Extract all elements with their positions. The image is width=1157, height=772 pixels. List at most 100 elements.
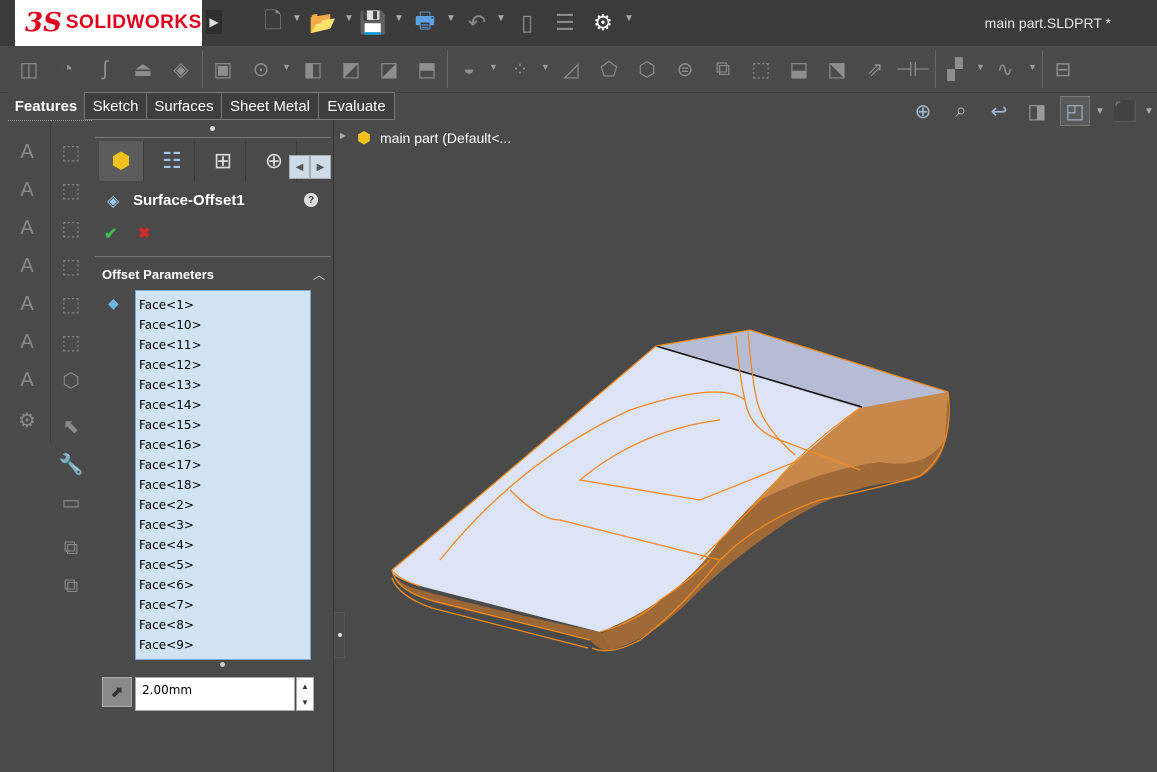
cancel-x-icon[interactable]: ✖ (138, 224, 151, 242)
cube-top-icon[interactable]: ⬚ (56, 289, 86, 319)
top-face[interactable] (392, 346, 860, 632)
panel-collapse-knob[interactable] (334, 612, 345, 658)
freeform-dropdown-icon[interactable]: ▼ (976, 62, 985, 72)
spin-up-icon[interactable]: ▲ (301, 682, 309, 691)
swept-boss-icon[interactable]: ∫ (90, 54, 120, 84)
curve-dropdown-icon[interactable]: ▼ (1028, 62, 1037, 72)
text-format-icon[interactable]: A (12, 327, 42, 357)
cube-left-icon[interactable]: ⬚ (56, 213, 86, 243)
display-style-dropdown-icon[interactable]: ▼ (1144, 106, 1154, 117)
options-dropdown-icon[interactable]: ▼ (624, 13, 634, 24)
instant3d-icon[interactable]: ⬔ (822, 54, 852, 84)
copy-layer-icon[interactable]: ⧉ (56, 533, 86, 563)
face-list-item[interactable]: Face<11> (136, 335, 310, 355)
revolved-boss-icon[interactable]: ◔ (52, 54, 82, 84)
tab-surfaces[interactable]: Surfaces (146, 92, 222, 120)
menu-expand-arrow-icon[interactable]: ▶ (206, 10, 222, 34)
tools-gear-icon[interactable]: ⚙ (12, 405, 42, 435)
panel-grip[interactable] (210, 126, 215, 131)
split-line-icon[interactable]: ⊣⊢ (896, 54, 931, 84)
distance-spinner[interactable]: ▲ ▼ (296, 677, 314, 711)
text-icon[interactable]: A (12, 137, 42, 167)
reference-geometry-icon[interactable]: ⬚ (746, 54, 776, 84)
select-cursor-icon[interactable]: ⬉ (56, 411, 86, 441)
previous-view-icon[interactable]: ↩ (984, 96, 1014, 126)
list-resize-grip[interactable] (220, 662, 225, 667)
display-style-icon[interactable]: ⬛ (1110, 96, 1140, 126)
zoom-to-fit-icon[interactable]: ⊕ (908, 96, 938, 126)
back-face[interactable] (656, 330, 948, 408)
weldments-icon[interactable]: ⊟ (1048, 54, 1078, 84)
hole-wizard-icon[interactable]: ⊙ (246, 54, 276, 84)
face-list-item[interactable]: Face<1> (136, 295, 310, 315)
lofted-boss-icon[interactable]: ⏏ (128, 54, 158, 84)
linear-pattern-icon[interactable]: ⁘ (505, 54, 535, 84)
face-list-item[interactable]: Face<15> (136, 415, 310, 435)
print-dropdown-icon[interactable]: ▼ (446, 13, 456, 24)
cube-back-icon[interactable]: ⬚ (56, 175, 86, 205)
swept-cut-icon[interactable]: ◩ (336, 54, 366, 84)
front-lip[interactable] (392, 570, 612, 651)
face-list-item[interactable]: Face<12> (136, 355, 310, 375)
extruded-boss-icon[interactable]: ◫ (14, 54, 44, 84)
panel-splitter[interactable] (333, 120, 346, 772)
cube-front-icon[interactable]: ⬚ (56, 137, 86, 167)
faces-selection-list[interactable]: Face<1> Face<10> Face<11> Face<12> Face<13> F… (135, 290, 311, 660)
undo-dropdown-icon[interactable]: ▼ (496, 13, 506, 24)
save-icon[interactable]: 💾 (358, 8, 388, 38)
help-icon[interactable]: ? (304, 193, 318, 207)
scroll-left-icon[interactable]: ◀ (289, 155, 310, 179)
wrench-icon[interactable]: 🔧 (56, 449, 86, 479)
cube-bottom-icon[interactable]: ⬚ (56, 327, 86, 357)
face-list-item[interactable]: Face<2> (136, 495, 310, 515)
wrap-icon[interactable]: ⊜ (670, 54, 700, 84)
face-list-item[interactable]: Face<5> (136, 555, 310, 575)
configuration-manager-tab-icon[interactable]: ⊞ (201, 141, 246, 181)
rib-icon[interactable]: ◿ (556, 54, 586, 84)
section-view-icon[interactable]: ◨ (1022, 96, 1052, 126)
offset-distance-input[interactable]: 2.00mm (135, 677, 295, 711)
face-list-item[interactable]: Face<18> (136, 475, 310, 495)
scroll-right-icon[interactable]: ▶ (310, 155, 331, 179)
new-dropdown-icon[interactable]: ▼ (292, 13, 302, 24)
offset-surface-part[interactable] (391, 329, 950, 652)
freeform-icon[interactable]: ▞ (940, 54, 970, 84)
face-list-item[interactable]: Face<6> (136, 575, 310, 595)
new-document-icon[interactable]: 🗋 (258, 8, 288, 38)
fillet-dropdown-icon[interactable]: ▼ (489, 62, 498, 72)
spin-down-icon[interactable]: ▼ (301, 698, 309, 707)
draft-icon[interactable]: ⬠ (594, 54, 624, 84)
tree-root-part[interactable]: main part (Default<... (380, 130, 511, 146)
text-select-icon[interactable]: A (12, 213, 42, 243)
panel-tab-scroller[interactable]: ◀ ▶ (289, 155, 331, 179)
face-list-item[interactable]: Face<3> (136, 515, 310, 535)
tab-features[interactable]: Features (8, 92, 84, 120)
options-gear-icon[interactable]: ⚙ (588, 8, 618, 38)
tab-evaluate[interactable]: Evaluate (318, 92, 395, 120)
face-list-item[interactable]: Face<14> (136, 395, 310, 415)
text-settings-icon[interactable]: A (12, 289, 42, 319)
view-orientation-dropdown-icon[interactable]: ▼ (1095, 106, 1105, 117)
move-face-icon[interactable]: ⇗ (860, 54, 890, 84)
property-manager-tab-icon[interactable]: ☷ (150, 141, 195, 181)
curves-icon[interactable]: ⬓ (784, 54, 814, 84)
monitor-icon[interactable]: ▭ (56, 487, 86, 517)
face-list-item[interactable]: Face<13> (136, 375, 310, 395)
select-icon[interactable]: ▯ (512, 8, 542, 38)
hole-dropdown-icon[interactable]: ▼ (282, 62, 291, 72)
save-dropdown-icon[interactable]: ▼ (394, 13, 404, 24)
solidworks-logo[interactable]: 3S SOLIDWORKS (15, 0, 202, 46)
print-icon[interactable]: 🖶 (410, 8, 440, 38)
boundary-boss-icon[interactable]: ◈ (166, 54, 196, 84)
face-list-item[interactable]: Face<7> (136, 595, 310, 615)
cube-iso-icon[interactable]: ⬡ (56, 365, 86, 395)
tab-sheet-metal[interactable]: Sheet Metal (221, 92, 319, 120)
view-orientation-icon[interactable]: ◰ (1060, 96, 1090, 126)
intersect-icon[interactable]: ⧉ (708, 54, 738, 84)
shell-icon[interactable]: ⬡ (632, 54, 662, 84)
face-list-item[interactable]: Face<4> (136, 535, 310, 555)
lofted-cut-icon[interactable]: ◪ (374, 54, 404, 84)
reverse-direction-icon[interactable]: ⬈ (102, 677, 132, 707)
fillet-icon[interactable]: ◒ (454, 54, 484, 84)
revolved-cut-icon[interactable]: ◧ (298, 54, 328, 84)
